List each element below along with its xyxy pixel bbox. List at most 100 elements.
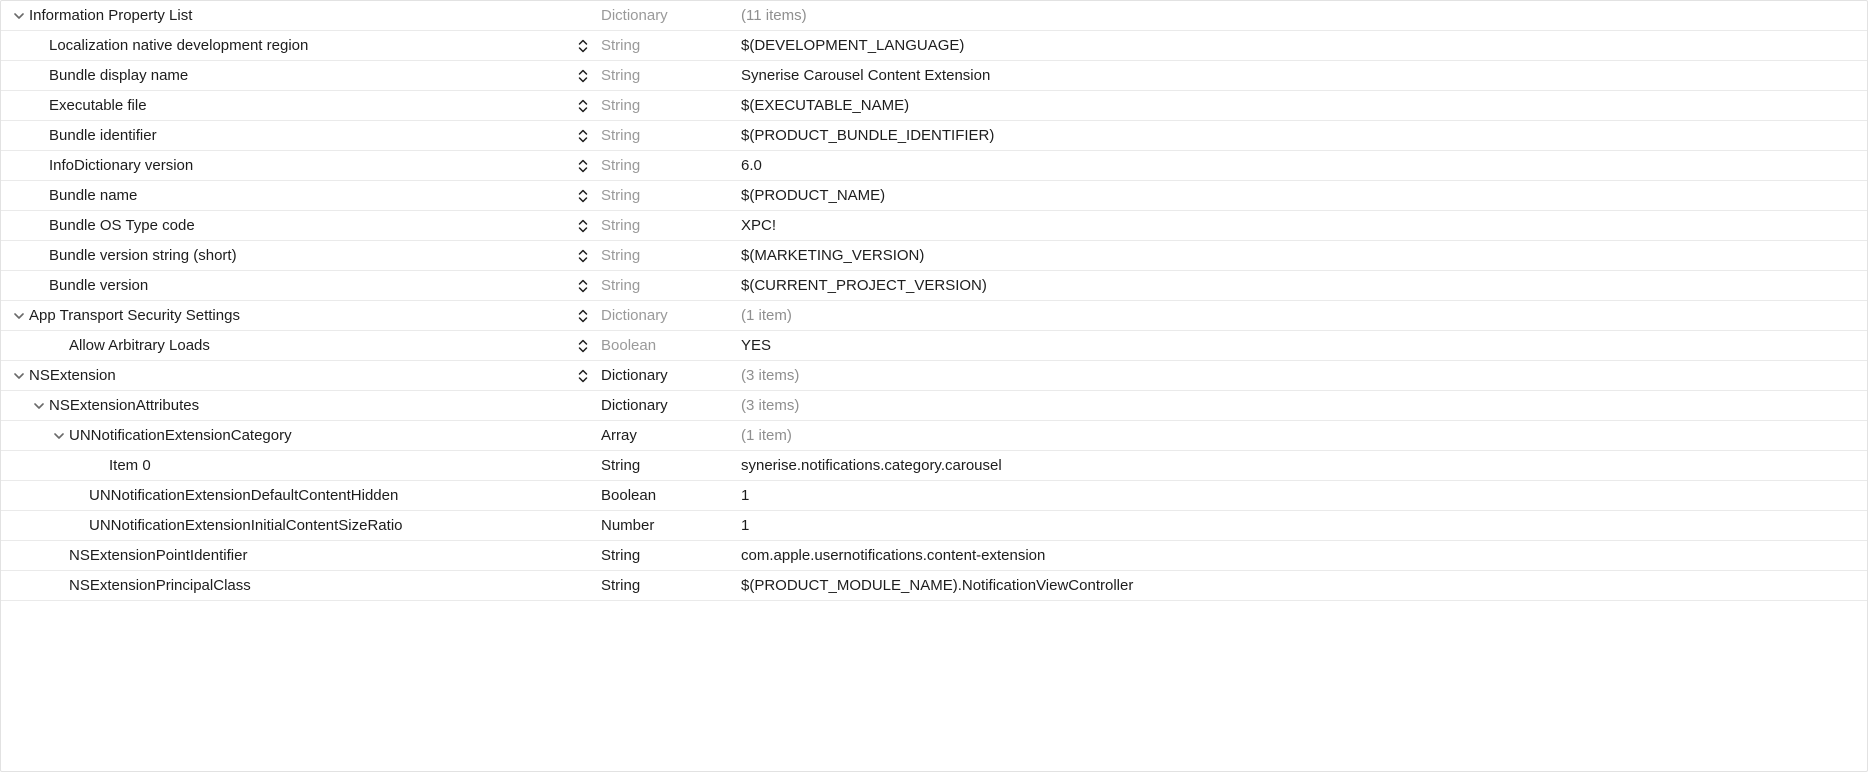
value-column[interactable]: $(MARKETING_VERSION) xyxy=(741,241,1867,270)
key-label[interactable]: NSExtensionPrincipalClass xyxy=(69,577,251,594)
value-column[interactable]: Synerise Carousel Content Extension xyxy=(741,61,1867,90)
plist-row[interactable]: UNNotificationExtensionCategory Array(1 i… xyxy=(1,421,1867,451)
key-column: InfoDictionary version xyxy=(1,151,601,180)
value-column[interactable]: synerise.notifications.category.carousel xyxy=(741,451,1867,480)
key-type-stepper-icon[interactable] xyxy=(575,189,591,203)
key-label[interactable]: Bundle identifier xyxy=(49,127,157,144)
key-label[interactable]: UNNotificationExtensionInitialContentSiz… xyxy=(89,517,403,534)
plist-row[interactable]: Information Property List Dictionary(11 i… xyxy=(1,1,1867,31)
type-column[interactable]: Dictionary xyxy=(601,391,741,420)
value-column[interactable]: $(PRODUCT_MODULE_NAME).NotificationViewC… xyxy=(741,571,1867,600)
value-column[interactable]: com.apple.usernotifications.content-exte… xyxy=(741,541,1867,570)
value-column[interactable]: (1 item) xyxy=(741,421,1867,450)
key-type-stepper-icon[interactable] xyxy=(575,339,591,353)
plist-row[interactable]: UNNotificationExtensionDefaultContentHid… xyxy=(1,481,1867,511)
type-column[interactable]: Boolean xyxy=(601,331,741,360)
type-column[interactable]: String xyxy=(601,211,741,240)
key-type-stepper-icon[interactable] xyxy=(575,39,591,53)
key-type-stepper-icon[interactable] xyxy=(575,159,591,173)
plist-row[interactable]: Bundle name String$(PRODUCT_NAME) xyxy=(1,181,1867,211)
key-label[interactable]: Bundle version xyxy=(49,277,148,294)
key-type-stepper-icon[interactable] xyxy=(575,129,591,143)
plist-row[interactable]: Item 0 Stringsynerise.notifications.categ… xyxy=(1,451,1867,481)
plist-row[interactable]: Bundle version String$(CURRENT_PROJECT_VE… xyxy=(1,271,1867,301)
type-column[interactable]: String xyxy=(601,151,741,180)
plist-row[interactable]: Bundle version string (short) String$(MAR… xyxy=(1,241,1867,271)
type-column[interactable]: Boolean xyxy=(601,481,741,510)
type-column[interactable]: String xyxy=(601,241,741,270)
value-column[interactable]: $(DEVELOPMENT_LANGUAGE) xyxy=(741,31,1867,60)
plist-row[interactable]: NSExtensionAttributes Dictionary(3 items) xyxy=(1,391,1867,421)
type-column[interactable]: String xyxy=(601,271,741,300)
value-column[interactable]: 1 xyxy=(741,511,1867,540)
disclosure-chevron-icon[interactable] xyxy=(49,421,69,450)
key-type-stepper-icon[interactable] xyxy=(575,249,591,263)
value-column[interactable]: YES xyxy=(741,331,1867,360)
plist-row[interactable]: Allow Arbitrary Loads BooleanYES xyxy=(1,331,1867,361)
type-column[interactable]: String xyxy=(601,541,741,570)
disclosure-chevron-icon[interactable] xyxy=(9,301,29,330)
plist-editor: Information Property ListDictionary(11 i… xyxy=(0,0,1868,772)
plist-row[interactable]: Bundle display name StringSynerise Carous… xyxy=(1,61,1867,91)
key-label[interactable]: Bundle name xyxy=(49,187,137,204)
key-label[interactable]: Information Property List xyxy=(29,7,192,24)
plist-row[interactable]: InfoDictionary version String6.0 xyxy=(1,151,1867,181)
key-type-stepper-icon[interactable] xyxy=(575,219,591,233)
value-column[interactable]: $(PRODUCT_BUNDLE_IDENTIFIER) xyxy=(741,121,1867,150)
key-type-stepper-icon[interactable] xyxy=(575,279,591,293)
plist-row[interactable]: Localization native development region St… xyxy=(1,31,1867,61)
type-column[interactable]: String xyxy=(601,61,741,90)
key-type-stepper-icon[interactable] xyxy=(575,99,591,113)
value-column[interactable]: XPC! xyxy=(741,211,1867,240)
type-column[interactable]: String xyxy=(601,121,741,150)
value-column[interactable]: (1 item) xyxy=(741,301,1867,330)
plist-row[interactable]: NSExtensionPointIdentifier Stringcom.appl… xyxy=(1,541,1867,571)
disclosure-chevron-icon[interactable] xyxy=(29,391,49,420)
key-type-stepper-icon[interactable] xyxy=(575,369,591,383)
value-column[interactable]: (11 items) xyxy=(741,1,1867,30)
type-column[interactable]: Array xyxy=(601,421,741,450)
plist-row[interactable]: Bundle OS Type code StringXPC! xyxy=(1,211,1867,241)
key-label[interactable]: InfoDictionary version xyxy=(49,157,193,174)
key-label[interactable]: NSExtensionAttributes xyxy=(49,397,199,414)
value-column[interactable]: (3 items) xyxy=(741,391,1867,420)
plist-row[interactable]: NSExtension Dictionary(3 items) xyxy=(1,361,1867,391)
key-label[interactable]: Bundle OS Type code xyxy=(49,217,195,234)
value-column[interactable]: (3 items) xyxy=(741,361,1867,390)
key-label[interactable]: Bundle version string (short) xyxy=(49,247,237,264)
type-column[interactable]: Number xyxy=(601,511,741,540)
type-column[interactable]: Dictionary xyxy=(601,1,741,30)
key-label[interactable]: UNNotificationExtensionCategory xyxy=(69,427,292,444)
key-type-stepper-icon[interactable] xyxy=(575,69,591,83)
type-column[interactable]: Dictionary xyxy=(601,361,741,390)
plist-row[interactable]: Executable file String$(EXECUTABLE_NAME) xyxy=(1,91,1867,121)
plist-row[interactable]: NSExtensionPrincipalClass String$(PRODUCT… xyxy=(1,571,1867,601)
key-label[interactable]: Item 0 xyxy=(109,457,151,474)
type-column[interactable]: String xyxy=(601,571,741,600)
key-label[interactable]: App Transport Security Settings xyxy=(29,307,240,324)
value-column[interactable]: $(CURRENT_PROJECT_VERSION) xyxy=(741,271,1867,300)
key-label[interactable]: Localization native development region xyxy=(49,37,308,54)
disclosure-chevron-icon[interactable] xyxy=(9,361,29,390)
type-column[interactable]: String xyxy=(601,451,741,480)
value-column[interactable]: $(PRODUCT_NAME) xyxy=(741,181,1867,210)
key-label[interactable]: Bundle display name xyxy=(49,67,188,84)
plist-row[interactable]: UNNotificationExtensionInitialContentSiz… xyxy=(1,511,1867,541)
key-label[interactable]: NSExtension xyxy=(29,367,116,384)
value-column[interactable]: 6.0 xyxy=(741,151,1867,180)
key-column: NSExtension xyxy=(1,361,601,390)
key-label[interactable]: Executable file xyxy=(49,97,147,114)
key-label[interactable]: NSExtensionPointIdentifier xyxy=(69,547,247,564)
disclosure-chevron-icon[interactable] xyxy=(9,1,29,30)
plist-row[interactable]: Bundle identifier String$(PRODUCT_BUNDLE_… xyxy=(1,121,1867,151)
type-column[interactable]: String xyxy=(601,181,741,210)
value-column[interactable]: $(EXECUTABLE_NAME) xyxy=(741,91,1867,120)
plist-row[interactable]: App Transport Security Settings Dictionar… xyxy=(1,301,1867,331)
value-column[interactable]: 1 xyxy=(741,481,1867,510)
key-label[interactable]: UNNotificationExtensionDefaultContentHid… xyxy=(89,487,398,504)
key-label[interactable]: Allow Arbitrary Loads xyxy=(69,337,210,354)
type-column[interactable]: String xyxy=(601,91,741,120)
type-column[interactable]: Dictionary xyxy=(601,301,741,330)
type-column[interactable]: String xyxy=(601,31,741,60)
key-type-stepper-icon[interactable] xyxy=(575,309,591,323)
